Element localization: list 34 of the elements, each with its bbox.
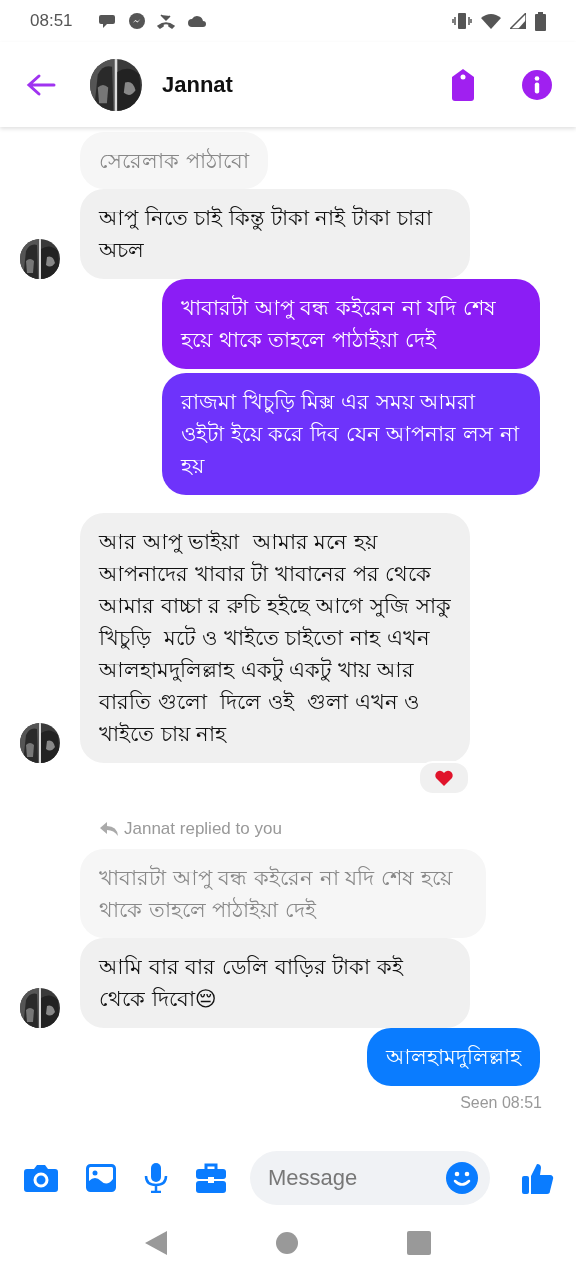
- message-bubble: আপু নিতে চাই কিন্তু টাকা নাই টাকা চারা অচল: [80, 189, 470, 279]
- messenger-icon: [128, 13, 145, 29]
- image-icon[interactable]: [86, 1164, 116, 1192]
- quoted-message: সেরেলাক পাঠাবো: [80, 132, 268, 189]
- home-icon[interactable]: [276, 1232, 298, 1254]
- status-time: 08:51: [30, 11, 73, 31]
- message-field[interactable]: Message: [250, 1151, 490, 1205]
- message-bubble: রাজমা খিচুড়ি মিক্স এর সময় আমরা ওইটা ইয়ে করে দিব যেন আপনার লস না হয়: [162, 373, 540, 495]
- quoted-message: খাবারটা আপু বন্ধ কইরেন না যদি শেষ হয়ে থাকে তাহলে পাঠাইয়া দেই: [80, 849, 486, 938]
- camera-icon[interactable]: [24, 1164, 58, 1192]
- message-bubble: আমি বার বার ডেলি বাড়ির টাকা কই থেকে দিবো😔: [80, 938, 470, 1028]
- heart-reaction-icon[interactable]: [418, 761, 470, 795]
- message-bubble: আলহামদুলিল্লাহ: [367, 1028, 540, 1086]
- battery-icon: [535, 11, 546, 31]
- reply-arrow-icon: [100, 822, 118, 836]
- reply-note: Jannat replied to you: [124, 818, 282, 840]
- microphone-icon[interactable]: [144, 1163, 168, 1193]
- chat-bubbles-icon: [98, 13, 117, 29]
- message-bubble: খাবারটা আপু বন্ধ কইরেন না যদি শেষ হয়ে থাকে তাহলে পাঠাইয়া দেই: [162, 279, 540, 369]
- toolbox-icon[interactable]: [196, 1163, 226, 1193]
- back-arrow-icon[interactable]: [26, 72, 56, 97]
- thumbs-up-icon[interactable]: [522, 1162, 554, 1194]
- recents-icon[interactable]: [407, 1231, 432, 1255]
- missed-call-icon: [156, 13, 175, 29]
- contact-name[interactable]: Jannat: [162, 71, 233, 98]
- cloud-icon: [186, 14, 207, 28]
- signal-icon: [510, 13, 526, 29]
- emoji-icon[interactable]: [446, 1162, 478, 1194]
- vibrate-icon: [452, 12, 472, 30]
- tag-icon[interactable]: [450, 68, 476, 101]
- back-icon[interactable]: [144, 1231, 167, 1255]
- info-icon[interactable]: [522, 69, 552, 100]
- seen-status: Seen 08:51: [460, 1094, 542, 1112]
- wifi-icon: [481, 13, 501, 29]
